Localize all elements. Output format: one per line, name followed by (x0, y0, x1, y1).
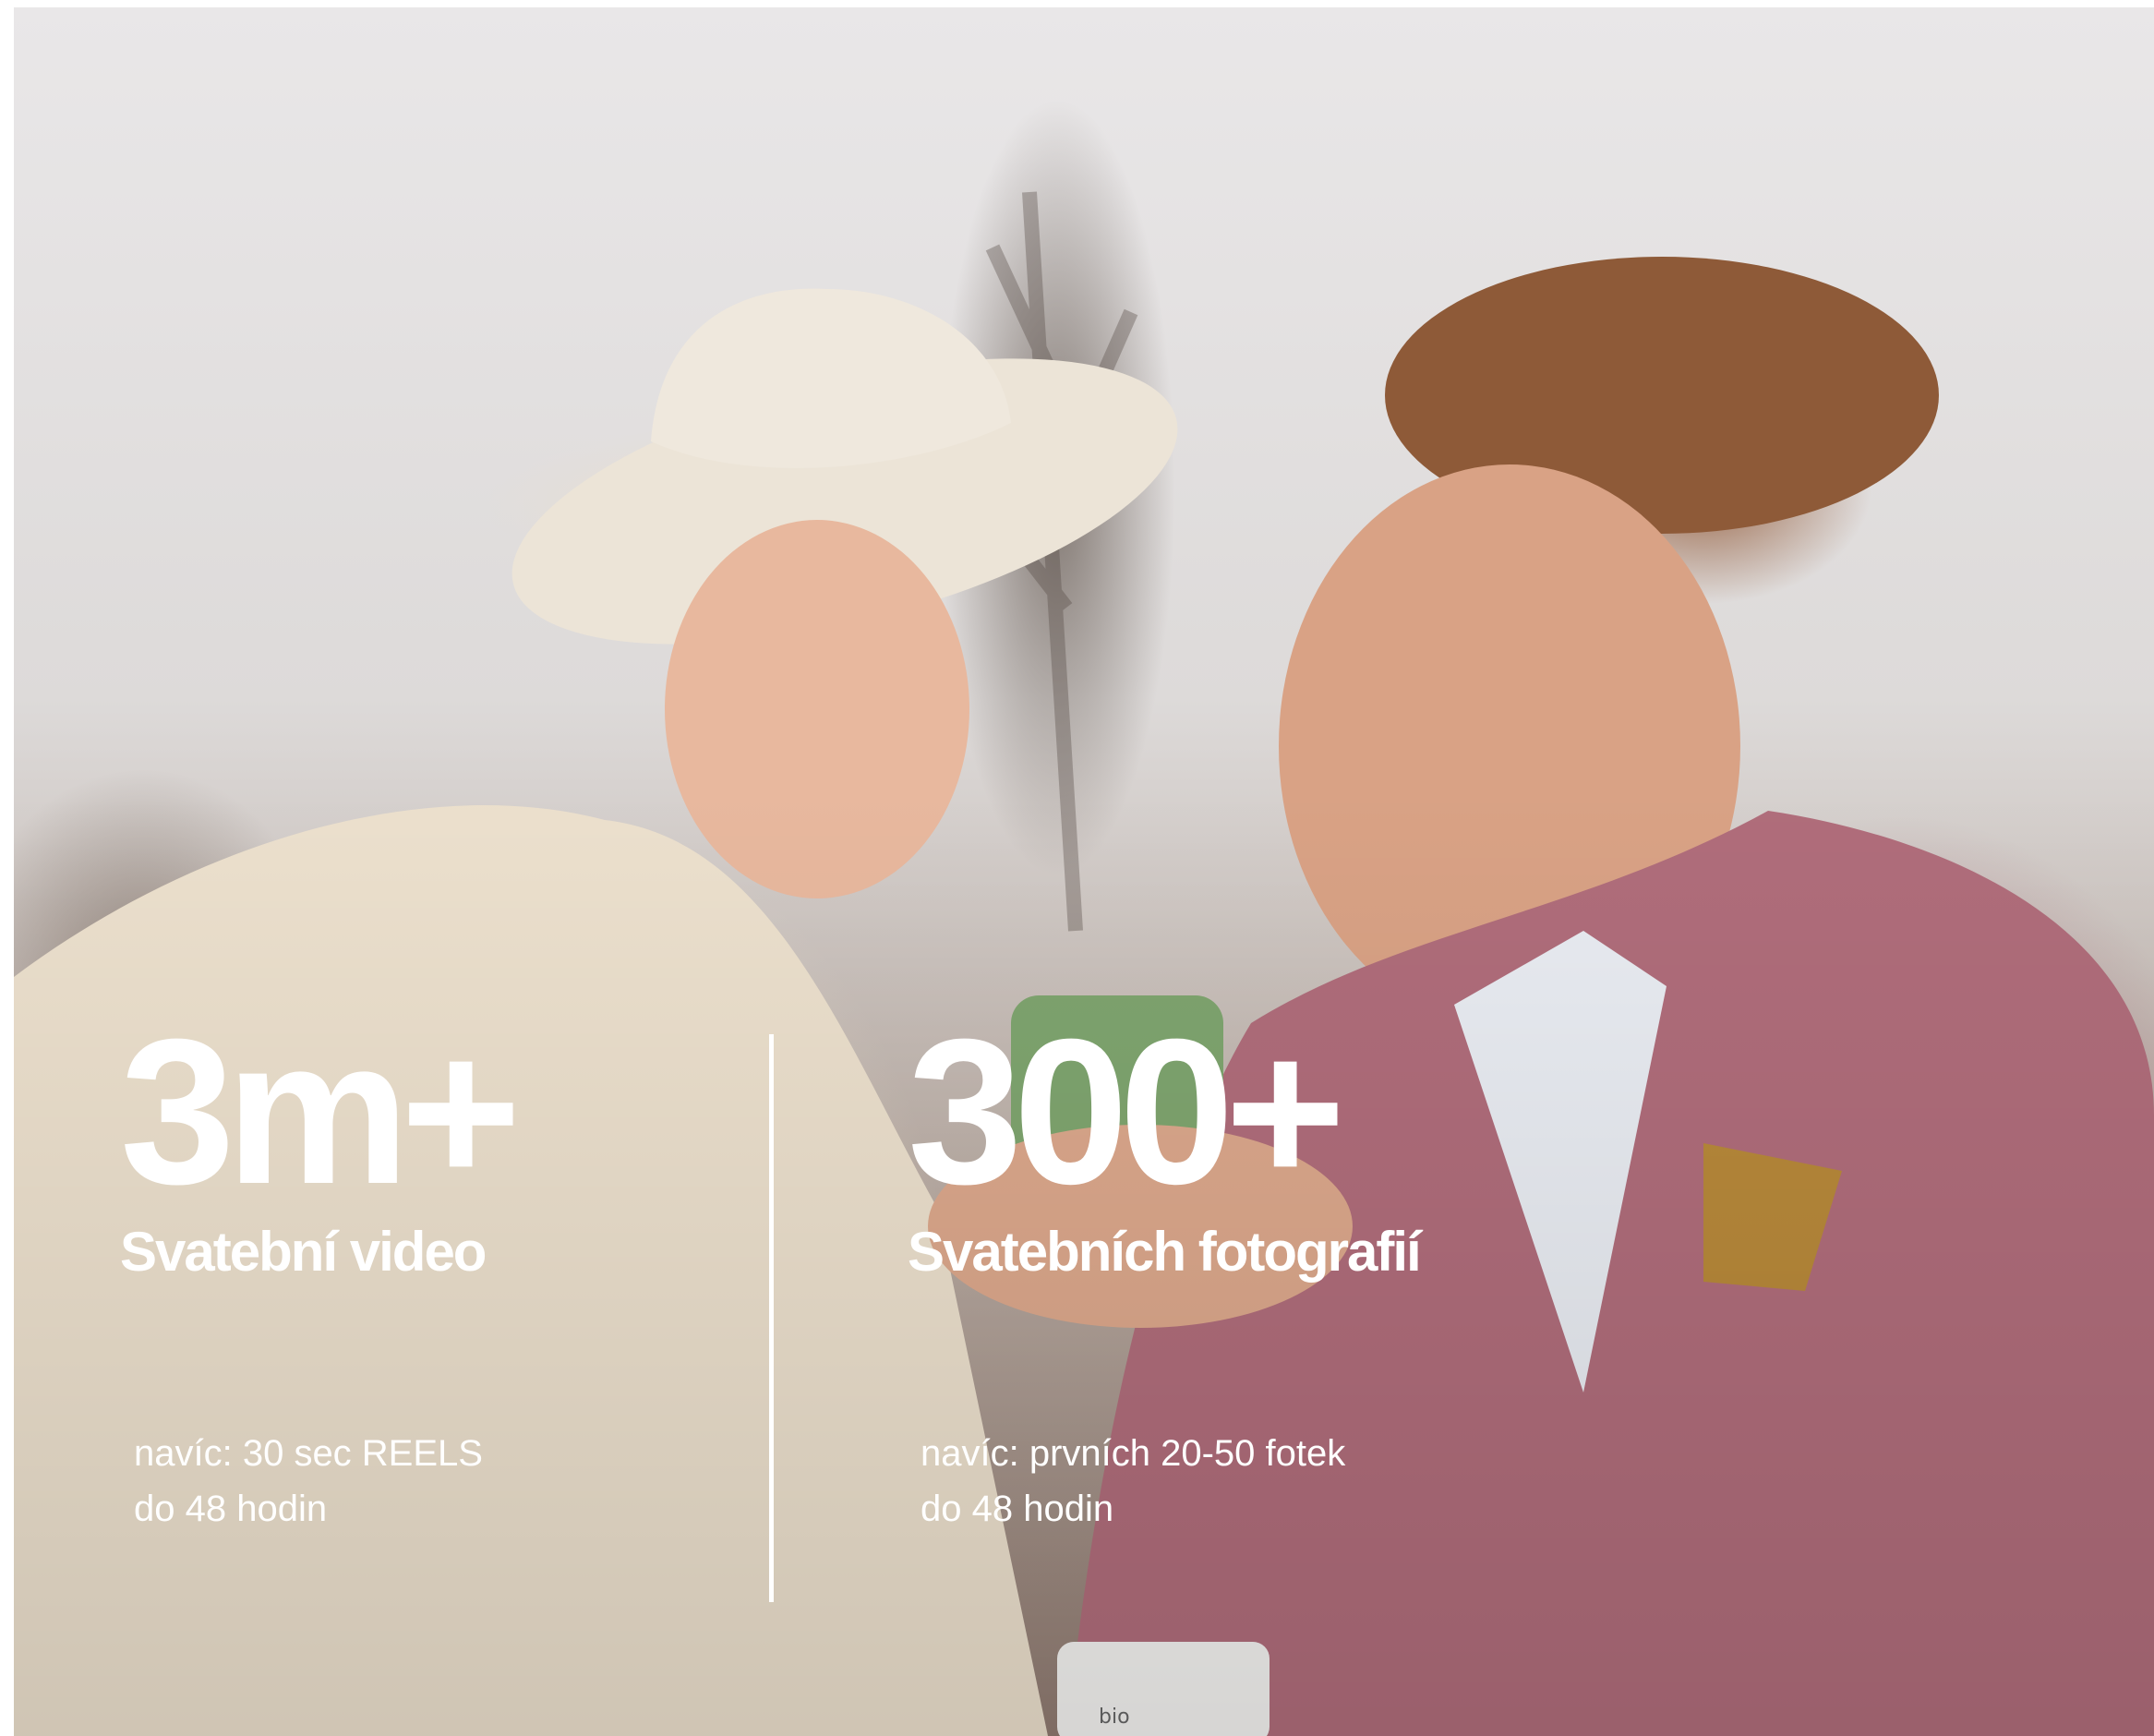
stats-divider (769, 1034, 774, 1602)
stat-video-note: navíc: 30 sec REELS do 48 hodin (134, 1426, 483, 1537)
stat-photos: 300+ Svatebních fotografií (908, 996, 1422, 1284)
bride-face (665, 520, 969, 898)
white-cup (1057, 1642, 1270, 1736)
stat-photos-label: Svatebních fotografií (908, 1221, 1422, 1283)
stat-photos-note-line-2: do 48 hodin (921, 1489, 1114, 1529)
stat-video-number: 3m+ (120, 996, 522, 1227)
stat-video-note-line-1: navíc: 30 sec REELS (134, 1433, 483, 1474)
hat-crown (651, 288, 1011, 468)
stat-video: 3m+ Svatební video (120, 996, 522, 1284)
stat-video-label: Svatební video (120, 1221, 487, 1283)
stat-photos-note: navíc: prvních 20-50 fotek do 48 hodin (921, 1426, 1345, 1537)
stat-photos-number: 300+ (908, 996, 1346, 1227)
stat-photos-note-line-1: navíc: prvních 20-50 fotek (921, 1433, 1346, 1474)
cup-print: bio (1099, 1706, 1130, 1729)
stat-video-note-line-2: do 48 hodin (134, 1489, 328, 1529)
